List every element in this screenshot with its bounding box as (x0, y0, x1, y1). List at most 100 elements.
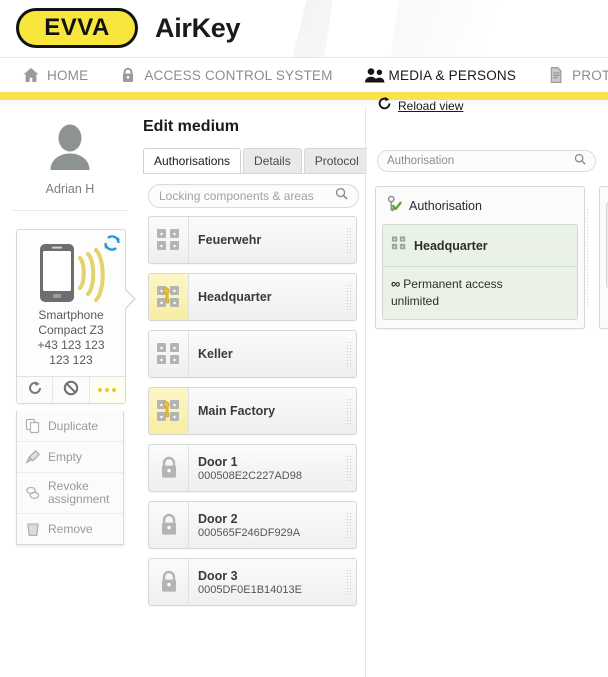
drag-handle[interactable] (342, 388, 356, 434)
people-icon (364, 66, 384, 84)
sync-badge-icon (103, 234, 121, 252)
list-item-title: Main Factory (198, 404, 276, 418)
authorisation-card-header: Authorisation (382, 193, 578, 224)
search-icon (574, 152, 586, 170)
list-item-body: Door 2 000565F246DF929A (189, 502, 342, 548)
list-item[interactable]: Door 3 0005DF0E1B14013E (148, 558, 357, 606)
tab-label-authorisations: Authorisations (154, 154, 231, 168)
menu-item-remove[interactable]: Remove (17, 514, 123, 544)
authorisation-target: Headquarter (383, 225, 577, 267)
brand-logo[interactable]: EVVA AirKey (16, 8, 241, 48)
evva-logo: EVVA (16, 8, 138, 48)
authorisation-list: Feuerwehr Headquarter Keller Main Factor… (140, 216, 365, 606)
trash-icon (25, 521, 41, 537)
nav-item-access-control-system[interactable]: ACCESS CONTROL SYSTEM (119, 66, 346, 84)
device-actions (17, 376, 125, 403)
authorisation-card-partial[interactable] (599, 186, 608, 329)
main-navigation: HOME ACCESS CONTROL SYSTEM MEDIA & PERSO… (0, 57, 608, 92)
tab-protocol[interactable]: Protocol (303, 148, 370, 173)
ellipsis-icon (96, 381, 118, 399)
menu-item-revoke-assignment[interactable]: Revoke assignment (17, 473, 123, 514)
document-icon (547, 66, 565, 84)
device-line-4: 123 123 (49, 353, 93, 367)
menu-item-empty[interactable]: Empty (17, 442, 123, 473)
area-locks-icon (149, 331, 189, 377)
tab-label-protocol: Protocol (314, 154, 359, 168)
list-item-subtitle: 000508E2C227AD98 (198, 469, 302, 482)
nav-label-access-control-system: ACCESS CONTROL SYSTEM (144, 67, 333, 83)
block-button[interactable] (53, 377, 90, 403)
reload-view-link[interactable]: Reload view (377, 96, 463, 116)
reload-view-label: Reload view (398, 99, 464, 113)
drag-handle[interactable] (342, 331, 356, 377)
list-item-body: Feuerwehr (189, 217, 342, 263)
list-item[interactable]: Door 2 000565F246DF929A (148, 501, 357, 549)
accent-bar (0, 92, 608, 100)
list-item[interactable]: Main Factory (148, 387, 357, 435)
list-item[interactable]: Feuerwehr (148, 216, 357, 264)
authorisation-target-name: Headquarter (414, 238, 488, 253)
locking-components-search[interactable]: Locking components & areas (148, 184, 359, 208)
list-item-subtitle: 0005DF0E1B14013E (198, 583, 302, 596)
home-icon (22, 66, 40, 84)
authorisation-card-grip[interactable] (583, 186, 589, 329)
tab-details[interactable]: Details (243, 148, 302, 173)
device-info: Smartphone Compact Z3 +43 123 123 123 12… (17, 308, 125, 376)
lock-icon (149, 559, 189, 605)
page-title: Edit medium (143, 118, 240, 135)
device-line-2: Compact Z3 (38, 323, 104, 337)
list-item-title: Headquarter (198, 290, 272, 304)
refresh-button[interactable] (17, 377, 54, 403)
authorisation-search-placeholder: Authorisation (387, 155, 455, 167)
lock-icon (119, 66, 137, 84)
list-item-body: Headquarter (189, 274, 342, 320)
tab-label-details: Details (254, 154, 291, 168)
nav-item-home[interactable]: HOME (22, 66, 102, 84)
evva-logo-text: EVVA (44, 14, 110, 41)
nav-label-media-persons: MEDIA & PERSONS (388, 67, 517, 83)
menu-label-remove: Remove (48, 521, 93, 536)
area-locks-key-icon (149, 274, 189, 320)
authorisation-access-info: ∞ Permanent access unlimited (383, 267, 577, 319)
area-locks-key-icon (149, 388, 189, 434)
lock-icon (149, 445, 189, 491)
list-item-title: Door 3 (198, 568, 238, 583)
device-line-3: +43 123 123 (37, 338, 105, 352)
refresh-icon (27, 380, 43, 401)
authorisation-access-line-1: Permanent access (403, 277, 503, 291)
drag-handle[interactable] (342, 445, 356, 491)
list-item-title: Feuerwehr (198, 233, 262, 247)
avatar-icon (42, 120, 98, 176)
drag-handle[interactable] (342, 274, 356, 320)
menu-label-empty: Empty (48, 449, 83, 464)
more-button[interactable] (89, 377, 125, 403)
device-card[interactable]: Smartphone Compact Z3 +43 123 123 123 12… (16, 229, 136, 404)
product-title: AirKey (155, 12, 241, 43)
menu-label-duplicate: Duplicate (48, 418, 99, 433)
revoke-icon (25, 485, 41, 501)
header-watermark-inner (322, 0, 404, 57)
authorisation-card[interactable]: Authorisation Headquarter ∞ Permanent ac… (375, 186, 585, 329)
device-line-1: Smartphone (38, 308, 104, 322)
key-check-icon (385, 195, 402, 217)
block-icon (63, 380, 79, 401)
device-card-pointer (124, 288, 136, 310)
tab-bar: Authorisations Details Protocol (140, 148, 370, 173)
authorisation-access-line-2: unlimited (391, 294, 440, 308)
list-item[interactable]: Door 1 000508E2C227AD98 (148, 444, 357, 492)
list-item[interactable]: Keller (148, 330, 357, 378)
drag-handle[interactable] (342, 217, 356, 263)
nav-item-media-persons[interactable]: MEDIA & PERSONS (364, 66, 531, 84)
list-item[interactable]: Headquarter (148, 273, 357, 321)
person-block: Adrian H (0, 108, 140, 196)
menu-item-duplicate[interactable]: Duplicate (17, 411, 123, 442)
page-body: Adrian H Smartphone Compact Z3 +43 123 1… (0, 96, 608, 677)
tab-authorisations[interactable]: Authorisations (143, 148, 242, 173)
locking-components-search-placeholder: Locking components & areas (159, 189, 314, 203)
drag-handle[interactable] (342, 502, 356, 548)
drag-handle[interactable] (342, 559, 356, 605)
authorisation-panel: Reload view Authorisation Authorisation … (367, 96, 608, 677)
nav-item-protocols[interactable]: PROTOCOLS (547, 66, 608, 84)
authorisation-search[interactable]: Authorisation (377, 150, 596, 172)
list-item-title: Door 1 (198, 454, 238, 469)
